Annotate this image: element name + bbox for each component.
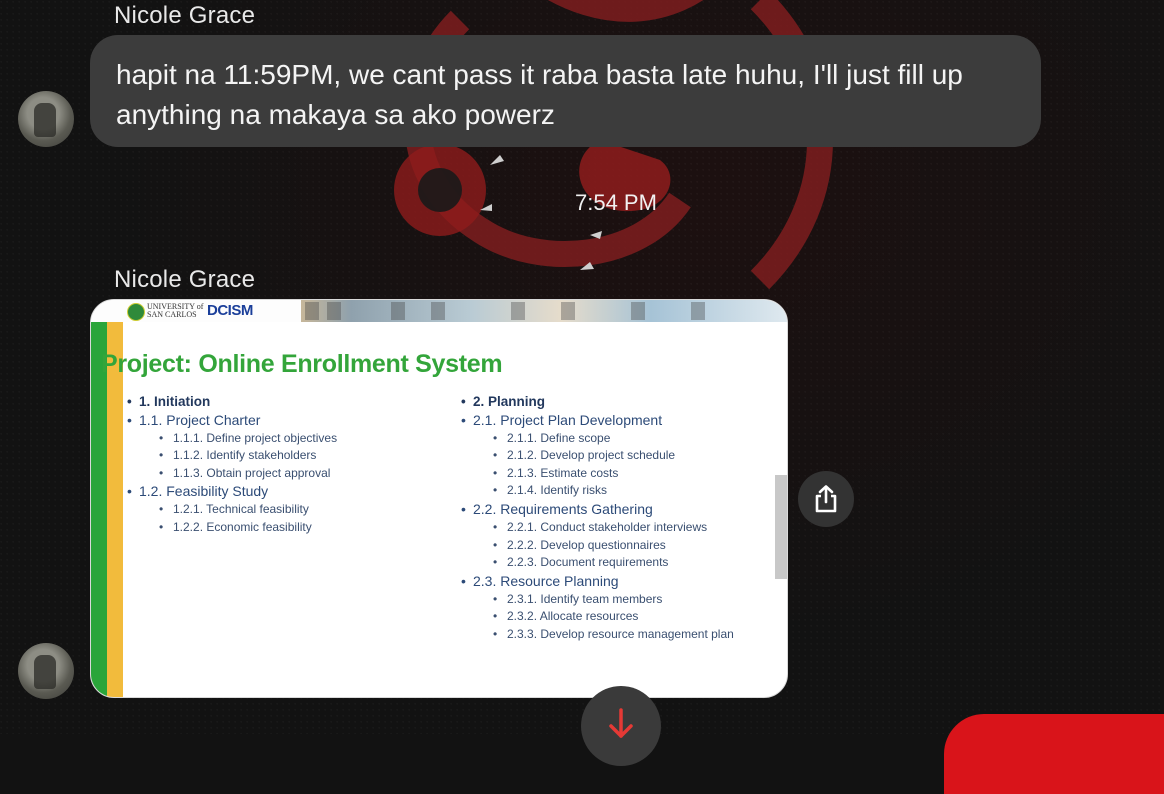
slide-outline-item: • 2.3.1. Identify team members bbox=[461, 591, 734, 609]
slide-outline-item: • 2.1.1. Define scope bbox=[461, 430, 734, 448]
bullet-icon: • bbox=[493, 519, 498, 534]
slide-outline-text: 2.3. Resource Planning bbox=[473, 572, 619, 589]
bullet-icon: • bbox=[493, 465, 498, 480]
slide-outline-item: • 1.1.1. Define project objectives bbox=[127, 430, 337, 448]
bullet-icon: • bbox=[461, 572, 466, 589]
bullet-icon: • bbox=[493, 626, 498, 641]
red-floating-element[interactable] bbox=[944, 714, 1164, 794]
avatar[interactable] bbox=[18, 91, 74, 147]
bullet-icon: • bbox=[493, 609, 498, 624]
slide-outline-item: • 2.1.4. Identify risks bbox=[461, 482, 734, 500]
slide-right-column: • 2. Planning • 2.1. Project Plan Developme… bbox=[461, 393, 734, 644]
slide-outline-text: 2.2.2. Develop questionnaires bbox=[507, 537, 666, 552]
bullet-icon: • bbox=[461, 411, 466, 428]
bullet-icon: • bbox=[159, 448, 164, 463]
bullet-icon: • bbox=[159, 519, 164, 534]
bullet-icon: • bbox=[493, 555, 498, 570]
slide-outline-text: 2.1.1. Define scope bbox=[507, 430, 611, 445]
bullet-icon: • bbox=[493, 591, 498, 606]
sender-name: Nicole Grace bbox=[114, 266, 256, 293]
message-timestamp: 7:54 PM bbox=[575, 190, 657, 215]
sender-name: Nicole Grace bbox=[114, 2, 256, 29]
bullet-icon: • bbox=[493, 537, 498, 552]
slide-outline-text: 2.1.2. Develop project schedule bbox=[507, 448, 676, 463]
slide-outline-item: • 2.1.2. Develop project schedule bbox=[461, 447, 734, 465]
bullet-icon: • bbox=[493, 483, 498, 498]
slide-outline-text: 2.1. Project Plan Development bbox=[473, 411, 663, 428]
slide-outline-text: 1.1.2. Identify stakeholders bbox=[173, 448, 317, 463]
bullet-icon: • bbox=[159, 430, 164, 445]
slide-outline-item: • 2.1. Project Plan Development bbox=[461, 411, 734, 430]
bullet-icon: • bbox=[461, 394, 466, 409]
university-logo-text: UNIVERSITY of SAN CARLOS bbox=[147, 302, 204, 319]
slide-outline-item: • 1. Initiation bbox=[127, 393, 337, 411]
bullet-icon: • bbox=[493, 430, 498, 445]
bullet-icon: • bbox=[127, 483, 132, 500]
avatar[interactable] bbox=[18, 643, 74, 699]
slide-outline-item: • 2.2. Requirements Gathering bbox=[461, 500, 734, 519]
slide-outline-text: 2.1.4. Identify risks bbox=[507, 483, 608, 498]
message-text: hapit na 11:59PM, we cant pass it raba b… bbox=[116, 59, 963, 130]
message-bubble[interactable]: hapit na 11:59PM, we cant pass it raba b… bbox=[90, 35, 1041, 147]
slide-title: Project: Online Enrollment System bbox=[101, 350, 503, 378]
image-attachment[interactable]: UNIVERSITY of SAN CARLOS DCISM Project: … bbox=[90, 299, 788, 698]
bullet-icon: • bbox=[159, 465, 164, 480]
bullet-icon: • bbox=[461, 500, 466, 517]
slide-outline-text: 2.3.1. Identify team members bbox=[507, 591, 663, 606]
slide-left-column: • 1. Initiation • 1.1. Project Charter • 1.1.… bbox=[127, 393, 337, 537]
share-button[interactable] bbox=[798, 471, 854, 527]
scroll-to-bottom-button[interactable] bbox=[581, 686, 661, 766]
slide-outline-text: 1. Initiation bbox=[139, 394, 211, 409]
slide-outline-item: • 2.1.3. Estimate costs bbox=[461, 465, 734, 483]
bullet-icon: • bbox=[159, 502, 164, 517]
slide-outline-text: 1.1.1. Define project objectives bbox=[173, 430, 338, 445]
slide-outline-item: • 1.1. Project Charter bbox=[127, 411, 337, 430]
slide-outline-text: 2.2. Requirements Gathering bbox=[473, 500, 653, 517]
slide-outline-item: • 1.2. Feasibility Study bbox=[127, 482, 337, 501]
slide-outline-text: 2.2.3. Document requirements bbox=[507, 555, 669, 570]
slide-outline-text: 2. Planning bbox=[473, 394, 546, 409]
arrow-down-icon bbox=[609, 708, 633, 738]
slide-outline-item: • 1.2.1. Technical feasibility bbox=[127, 501, 337, 519]
department-logo: DCISM bbox=[207, 302, 253, 319]
slide-outline-item: • 1.1.3. Obtain project approval bbox=[127, 465, 337, 483]
slide-outline-item: • 2.3.3. Develop resource management plan bbox=[461, 626, 734, 644]
scrollbar[interactable] bbox=[775, 475, 787, 579]
slide-outline-text: 1.2.2. Economic feasibility bbox=[173, 519, 312, 534]
slide-outline-item: • 1.2.2. Economic feasibility bbox=[127, 519, 337, 537]
slide-outline-item: • 2.2.3. Document requirements bbox=[461, 554, 734, 572]
slide-outline-text: 2.3.2. Allocate resources bbox=[507, 609, 639, 624]
university-seal-icon bbox=[127, 303, 145, 321]
slide-outline-item: • 2. Planning bbox=[461, 393, 734, 411]
share-icon bbox=[815, 485, 837, 513]
slide-outline-text: 2.3.3. Develop resource management plan bbox=[507, 626, 734, 641]
slide-outline-text: 2.2.1. Conduct stakeholder interviews bbox=[507, 519, 708, 534]
slide-outline-item: • 2.2.1. Conduct stakeholder interviews bbox=[461, 519, 734, 537]
slide-outline-item: • 2.2.2. Develop questionnaires bbox=[461, 537, 734, 555]
bullet-icon: • bbox=[127, 411, 132, 428]
slide-outline-text: 2.1.3. Estimate costs bbox=[507, 465, 619, 480]
slide-outline-text: 1.1.3. Obtain project approval bbox=[173, 465, 331, 480]
slide-outline-item: • 1.1.2. Identify stakeholders bbox=[127, 447, 337, 465]
bullet-icon: • bbox=[127, 394, 132, 409]
slide-outline-text: 1.2.1. Technical feasibility bbox=[173, 502, 309, 517]
slide-outline-item: • 2.3. Resource Planning bbox=[461, 572, 734, 591]
slide-outline-item: • 2.3.2. Allocate resources bbox=[461, 608, 734, 626]
slide-outline-text: 1.2. Feasibility Study bbox=[139, 483, 269, 500]
bullet-icon: • bbox=[493, 448, 498, 463]
slide-outline-text: 1.1. Project Charter bbox=[139, 411, 261, 428]
